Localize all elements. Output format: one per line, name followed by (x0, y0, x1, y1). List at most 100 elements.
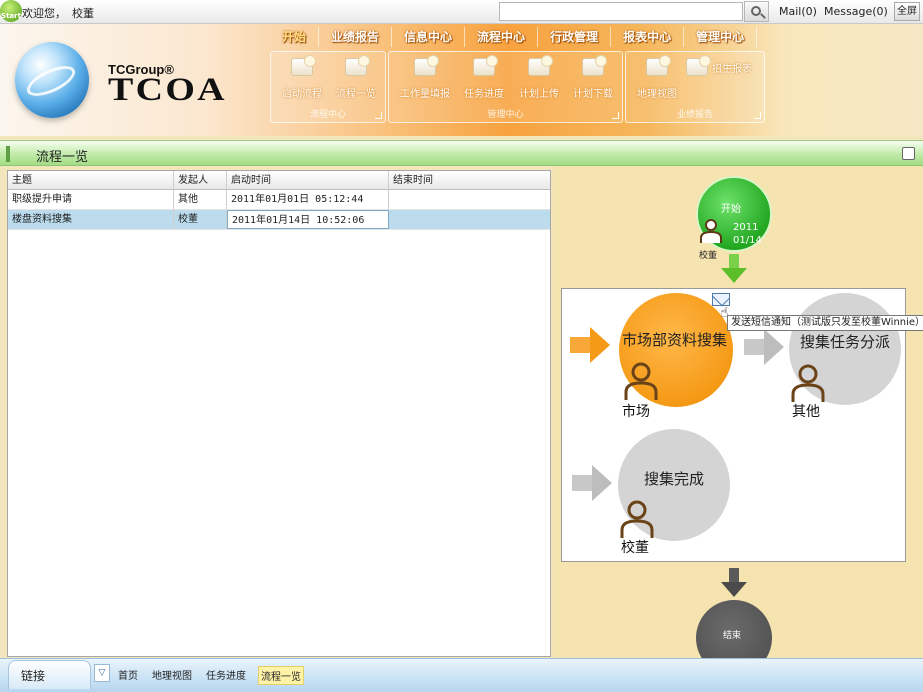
page-title-bar: 流程一览 (0, 140, 923, 166)
cell-subject: 楼盘资料搜集 (8, 210, 174, 229)
expand-corner-icon[interactable] (754, 112, 761, 119)
flow-start-label: 开始 (721, 204, 741, 215)
search-button[interactable] (744, 1, 769, 22)
top-bar: Start 欢迎您， 校董 Mail(0) Message(0) 全屏 (0, 0, 923, 24)
nav-tab-3[interactable]: 流程中心 (465, 27, 539, 47)
ribbon-geo-view[interactable]: 地理视图 (630, 55, 684, 100)
maximize-button[interactable] (902, 147, 915, 160)
column-header-subject[interactable]: 主题 (8, 171, 174, 189)
links-label: 链接 (21, 669, 46, 683)
ribbon-process-list[interactable]: 流程一览 (329, 55, 383, 100)
ribbon-item-label: 任务进度 (464, 89, 504, 100)
flow-node-person: 其他 (792, 404, 820, 420)
column-header-end-time[interactable]: 结束时间 (389, 171, 550, 189)
person-icon (624, 362, 658, 400)
bottom-bar: 链接 ▽ 首页 地理视图 任务进度 流程一览 (0, 658, 923, 692)
flow-end-label: 结束 (723, 631, 742, 641)
nav-tab-0[interactable]: 开始 (270, 27, 320, 47)
sms-tooltip: 发送短信通知（测试版只发至校董Winnie） (727, 315, 923, 331)
column-header-start-time[interactable]: 启动时间 (227, 171, 389, 189)
nav-tab-4[interactable]: 行政管理 (538, 27, 612, 47)
ribbon-group-process: 启动流程 流程一览 流程中心 (270, 51, 386, 123)
fullscreen-button[interactable]: 全屏 (894, 2, 920, 21)
logo-swoosh (22, 60, 80, 102)
welcome-text: 欢迎您， 校董 (22, 5, 94, 21)
column-header-initiator[interactable]: 发起人 (174, 171, 227, 189)
cell-subject: 职级提升申请 (8, 190, 174, 209)
nav-tab-1[interactable]: 业绩报告 (319, 27, 393, 47)
person-icon (700, 219, 722, 243)
title-marker (6, 146, 10, 162)
ribbon-group-performance: 地理视图 招生报表 业绩报告 (625, 51, 765, 123)
ribbon-item-label: 工作量填报 (400, 89, 450, 100)
welcome-label: 欢迎您， (22, 7, 66, 20)
arrow-right-icon (570, 327, 610, 363)
ribbon-item-label: 招生报表 (712, 63, 752, 75)
arrow-right-icon (572, 465, 612, 501)
start-badge-icon[interactable]: Start (0, 0, 22, 22)
cell-initiator: 其他 (174, 190, 227, 209)
flow-node-title: 市场部资料搜集 (622, 331, 728, 349)
search-icon-handle (760, 13, 766, 19)
plan-download-icon (582, 55, 607, 76)
links-toggle-button[interactable]: ▽ (94, 664, 110, 682)
ribbon-group-label: 管理中心 (487, 110, 524, 120)
ribbon-enrollment-report[interactable]: 招生报表 (686, 55, 760, 76)
arrow-right-icon (744, 329, 784, 365)
bottom-link-process-list[interactable]: 流程一览 (258, 666, 304, 685)
flow-start-year: 2011 (733, 222, 759, 233)
ribbon-item-label: 地理视图 (637, 89, 677, 100)
geo-view-icon (646, 55, 671, 76)
workflow-pane: 开始 2011 01/14 校董 市场部资料搜集 市场 搜集任务分派 其他 搜集… (553, 166, 923, 658)
nav-tab-2[interactable]: 信息中心 (392, 27, 466, 47)
cell-end-time (389, 210, 550, 229)
bottom-link-home[interactable]: 首页 (116, 666, 140, 685)
ribbon-group-label: 流程中心 (309, 110, 346, 120)
bottom-link-geo-view[interactable]: 地理视图 (150, 666, 194, 685)
search-input[interactable] (499, 2, 743, 21)
ribbon-group-label: 业绩报告 (676, 110, 713, 120)
flow-node-title: 搜集任务分派 (800, 333, 891, 351)
workload-icon (414, 55, 439, 76)
ribbon-item-label: 计划上传 (519, 89, 559, 100)
app-header: TCGroup® TCOA 开始 业绩报告 信息中心 流程中心 行政管理 报表中心 管理中心… (0, 24, 923, 136)
grid-header: 主题 发起人 启动时间 结束时间 (8, 171, 550, 190)
ribbon-item-label: 流程一览 (336, 89, 376, 100)
start-process-icon (291, 55, 316, 76)
nav-tab-6[interactable]: 管理中心 (684, 27, 758, 47)
arrow-down-icon (721, 568, 747, 597)
process-list-icon (345, 55, 370, 76)
cell-start-time: 2011年01月14日 10:52:06 (227, 210, 389, 229)
flow-node-person: 市场 (622, 404, 650, 420)
ribbon-item-label: 计划下载 (573, 89, 613, 100)
arrow-down-icon (721, 254, 747, 283)
expand-corner-icon[interactable] (375, 112, 382, 119)
ribbon-item-label: 启动流程 (282, 89, 322, 100)
start-badge-label: Start (1, 12, 21, 20)
message-link[interactable]: Message(0) (824, 5, 888, 18)
ribbon-start-process[interactable]: 启动流程 (275, 55, 329, 100)
ribbon-group-management: 工作量填报 任务进度 计划上传 计划下载 管理中心 (388, 51, 623, 123)
ribbon-plan-download[interactable]: 计划下载 (566, 55, 620, 100)
plan-upload-icon (528, 55, 553, 76)
ribbon-task-progress[interactable]: 任务进度 (457, 55, 511, 100)
ribbon-plan-upload[interactable]: 计划上传 (512, 55, 566, 100)
current-user: 校董 (72, 7, 94, 20)
bottom-link-task-progress[interactable]: 任务进度 (204, 666, 248, 685)
links-tab[interactable]: 链接 (8, 660, 91, 689)
expand-corner-icon[interactable] (612, 112, 619, 119)
mail-link[interactable]: Mail(0) (779, 5, 817, 18)
table-row[interactable]: 楼盘资料搜集 校董 2011年01月14日 10:52:06 (8, 210, 550, 230)
cell-end-time (389, 190, 550, 209)
workflow-box: 市场部资料搜集 市场 搜集任务分派 其他 搜集完成 校董 ☝ 发送短信通知（测试… (561, 288, 923, 562)
person-icon (620, 500, 654, 538)
flow-start-person: 校董 (699, 251, 718, 261)
ribbon-workload[interactable]: 工作量填报 (393, 55, 457, 100)
cell-initiator: 校董 (174, 210, 227, 229)
nav-tab-5[interactable]: 报表中心 (611, 27, 685, 47)
process-grid: 主题 发起人 启动时间 结束时间 职级提升申请 其他 2011年01月01日 0… (7, 170, 551, 657)
bottom-links: 首页 地理视图 任务进度 流程一览 (116, 666, 314, 685)
cell-start-time: 2011年01月01日 05:12:44 (227, 190, 389, 209)
table-row[interactable]: 职级提升申请 其他 2011年01月01日 05:12:44 (8, 190, 550, 210)
flow-node-person: 校董 (621, 540, 649, 556)
